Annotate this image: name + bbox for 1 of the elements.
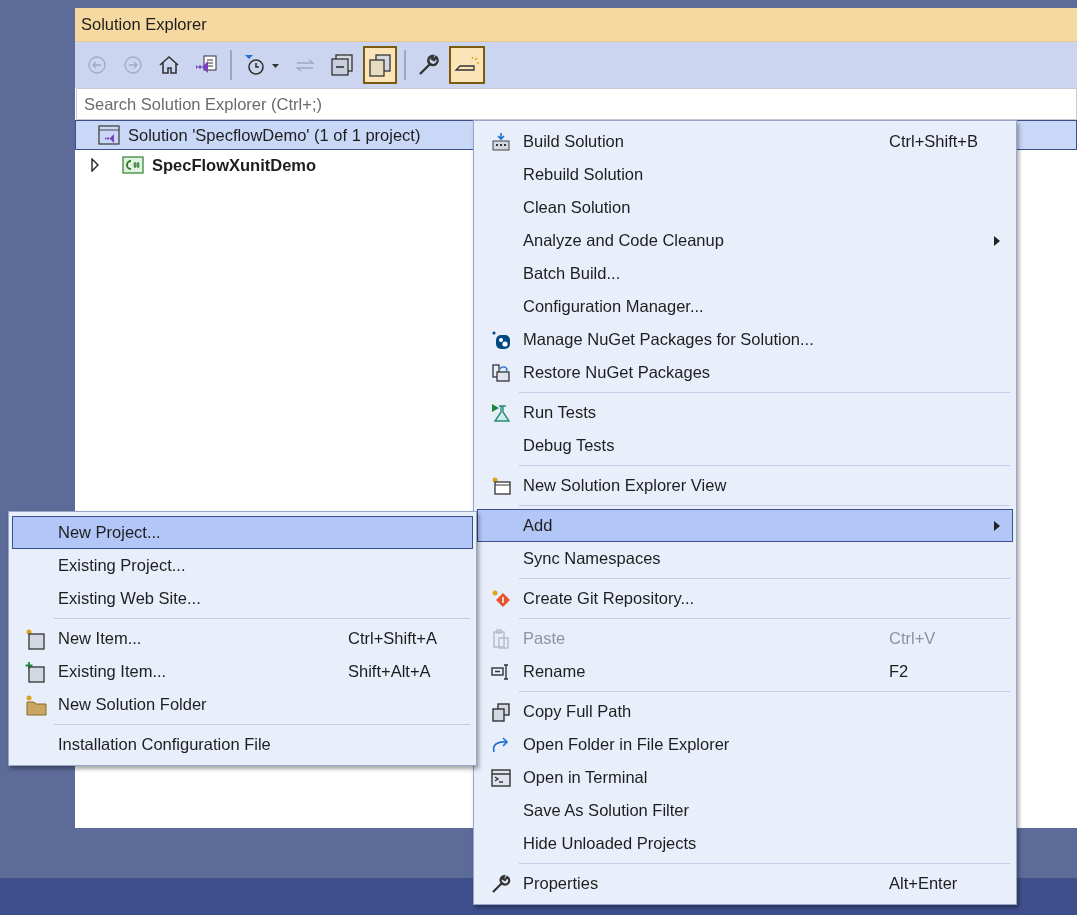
panel-title: Solution Explorer	[75, 8, 1077, 41]
